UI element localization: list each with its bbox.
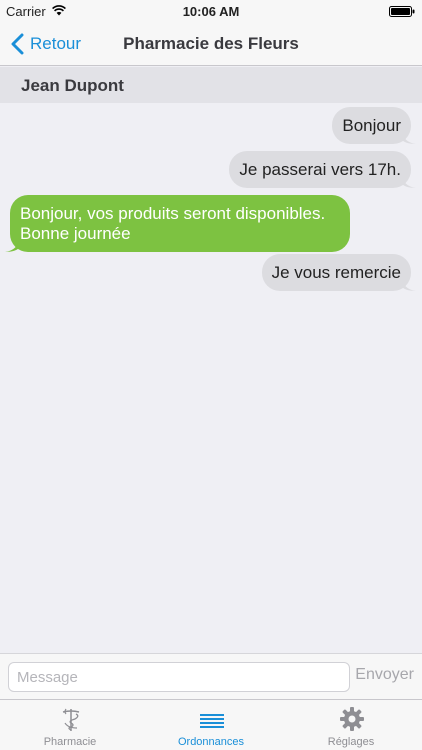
bubble-tail-icon [402,174,416,188]
bubble-tail-icon [402,130,416,144]
tab-label: Réglages [327,736,375,748]
contact-header: Jean Dupont [0,67,422,103]
tab-pharmacie[interactable]: Pharmacie [0,700,140,750]
status-time: 10:06 AM [182,4,240,19]
compose-bar: Envoyer [0,653,422,699]
list-lines-icon [200,714,224,728]
navigation-bar: Retour Pharmacie des Fleurs [0,22,422,66]
bubble-tail-icon [5,238,19,252]
chat-screen: Carrier 10:06 AM Retour Pharmacie des Fl… [0,0,422,750]
tab-bar: Pharmacie Ordonnances Réglages [0,699,422,750]
tab-reglages[interactable]: Réglages [281,700,421,750]
tab-ordonnances[interactable]: Ordonnances [141,700,281,750]
gear-icon [340,707,364,731]
message-bubble-incoming: Bonjour, vos produits seront disponibles… [5,195,350,252]
message-bubble-outgoing: Je vous remercie [261,254,416,291]
message-bubble-outgoing: Je passerai vers 17h. [229,151,416,188]
tab-label: Pharmacie [43,736,97,748]
message-list[interactable]: Bonjour Je passerai vers 17h. Bonjour, v… [0,103,422,653]
bubble-tail-icon [402,277,416,291]
battery-icon [389,6,415,17]
message-text: Je vous remercie [271,263,401,282]
send-button[interactable]: Envoyer [355,666,414,684]
caduceus-icon [62,708,80,731]
contact-name: Jean Dupont [21,76,124,95]
tab-label: Ordonnances [177,736,245,748]
message-input[interactable] [8,662,350,692]
status-bar: Carrier 10:06 AM [0,0,422,22]
message-text: Je passerai vers 17h. [239,160,401,179]
page-title: Pharmacie des Fleurs [123,34,299,53]
message-bubble-outgoing: Bonjour [332,107,416,144]
message-text: Bonjour [342,116,401,135]
message-text: Bonjour, vos produits seront disponibles… [20,204,326,243]
